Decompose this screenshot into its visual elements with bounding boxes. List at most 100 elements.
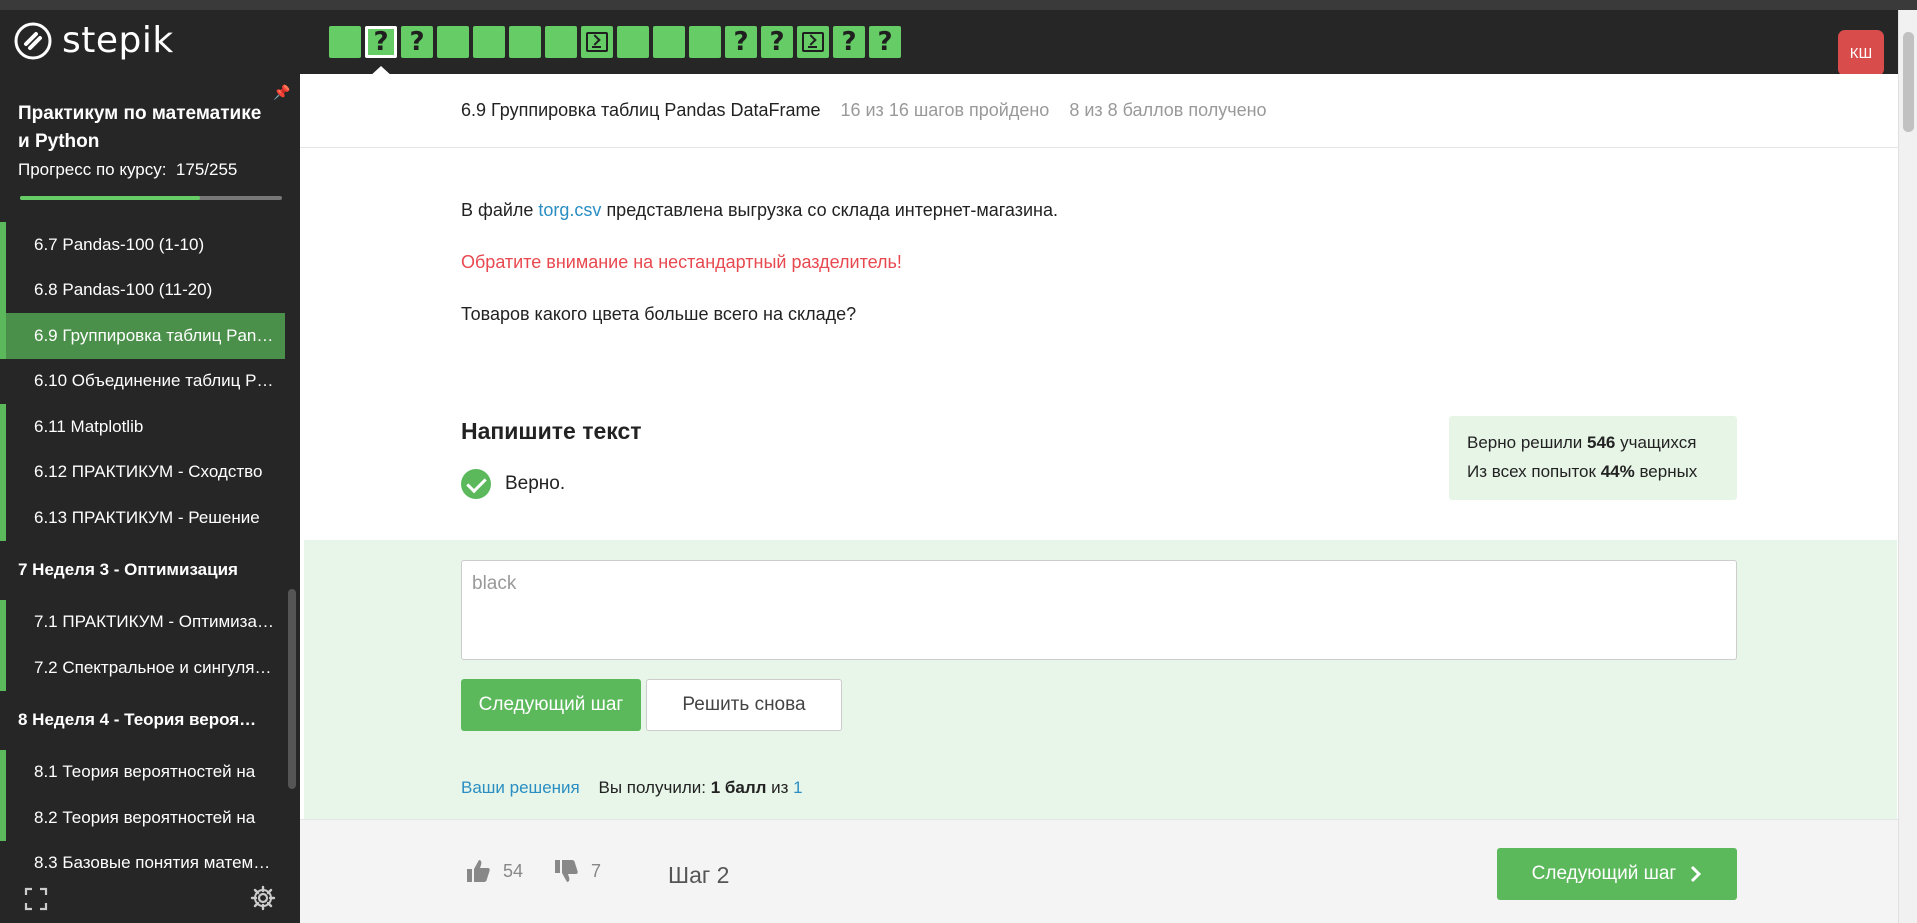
progress-value: 175/255	[175, 160, 238, 179]
page-scroll-thumb[interactable]	[1903, 32, 1914, 132]
stats-accuracy: Из всех попыток 44% верных	[1467, 457, 1719, 486]
step-14-code[interactable]	[797, 26, 829, 58]
like-control[interactable]: 54	[465, 858, 523, 884]
sidebar-item-label: 8.1 Теория вероятностей на	[34, 762, 256, 782]
file-link[interactable]: torg.csv	[538, 200, 601, 220]
sidebar-lesson[interactable]: 6.13 ПРАКТИКУМ - Решение	[0, 495, 285, 541]
stepik-logo[interactable]: stepik	[14, 22, 174, 60]
received-label: Вы получили:	[598, 778, 711, 797]
next-step-button[interactable]: Следующий шаг	[461, 679, 641, 731]
step-5-text[interactable]	[473, 26, 505, 58]
step-7-text[interactable]	[545, 26, 577, 58]
pin-icon[interactable]: 📌	[273, 84, 290, 101]
step-9-text[interactable]	[617, 26, 649, 58]
dislikes-count: 7	[591, 860, 602, 881]
course-sidebar: 📌 Практикум по математике и Python Прогр…	[0, 74, 300, 923]
likes-count: 54	[503, 860, 524, 881]
task-paragraph-file: В файле torg.csv представлена выгрузка с…	[461, 198, 1058, 222]
answer-textarea[interactable]: black	[461, 560, 1737, 660]
dislike-control[interactable]: 7	[553, 858, 601, 884]
sidebar-lesson[interactable]: 6.12 ПРАКТИКУМ - Сходство	[0, 449, 285, 495]
stats-text: Верно решили	[1467, 433, 1587, 452]
sidebar-item-label: 6.11 Matplotlib	[34, 416, 144, 436]
task-text: представлена выгрузка со склада интернет…	[601, 200, 1058, 220]
question-icon: ?	[373, 27, 389, 57]
sidebar-lesson[interactable]: 6.10 Объединение таблиц Pandas	[0, 359, 285, 405]
received-points: 1 балл	[710, 778, 767, 797]
completion-marker	[0, 749, 6, 795]
sidebar-lesson[interactable]: 8.1 Теория вероятностей на	[0, 749, 285, 795]
completion-marker	[0, 267, 6, 313]
step-3-quiz[interactable]: ?	[401, 26, 433, 58]
sidebar-item-label: 6.13 ПРАКТИКУМ - Решение	[34, 507, 260, 527]
course-title[interactable]: Практикум по математике и Python	[18, 100, 278, 156]
sidebar-lesson[interactable]: 7.1 ПРАКТИКУМ - Оптимизация	[0, 599, 285, 645]
task-question: Товаров какого цвета больше всего на скл…	[461, 304, 857, 324]
step-10-text[interactable]	[653, 26, 685, 58]
sidebar-item-label: 8.2 Теория вероятностей на	[34, 807, 256, 827]
sidebar-section[interactable]: 8 Неделя 4 - Теория вероятностей	[0, 691, 285, 750]
stats-text: верных	[1634, 462, 1698, 481]
gear-icon[interactable]	[250, 885, 276, 911]
progress-label: Прогресс по курсу:	[18, 160, 167, 179]
thumbs-up-icon[interactable]	[465, 858, 491, 884]
stats-solved: Верно решили 546 учащихся	[1467, 428, 1719, 457]
step-footer: 54 7 Шаг 2 Следующий шаг	[300, 819, 1898, 923]
sidebar-lesson[interactable]: 6.8 Pandas-100 (11-20)	[0, 267, 285, 313]
user-avatar[interactable]: КШ	[1838, 30, 1884, 76]
footer-next-step-button[interactable]: Следующий шаг	[1497, 848, 1737, 900]
retry-button[interactable]: Решить снова	[646, 679, 842, 731]
completion-marker	[0, 404, 6, 450]
terminal-icon	[802, 32, 824, 52]
course-progress-label: Прогресс по курсу: 175/255	[18, 160, 237, 180]
sidebar-scrollbar[interactable]	[288, 589, 296, 789]
sidebar-item-label: 7.2 Спектральное и сингулярное	[34, 657, 274, 677]
step-8-code[interactable]	[581, 26, 613, 58]
lesson-steps-bar: ??????	[329, 26, 901, 78]
stepik-logo-icon	[14, 22, 52, 60]
course-progress-bar	[20, 196, 282, 200]
step-1-text[interactable]	[329, 26, 361, 58]
page-scrollbar[interactable]	[1898, 10, 1917, 923]
stats-accuracy-percent: 44%	[1600, 462, 1635, 481]
top-navigation-bar: stepik ?????? КШ	[0, 10, 1917, 78]
sidebar-item-label: 7.1 ПРАКТИКУМ - Оптимизация	[34, 612, 274, 632]
sidebar-lesson[interactable]: 6.11 Matplotlib	[0, 404, 285, 450]
solve-stats: Верно решили 546 учащихся Из всех попыто…	[1449, 416, 1737, 500]
completion-marker	[0, 222, 6, 268]
stats-text: учащихся	[1615, 433, 1697, 452]
your-solutions-link[interactable]: Ваши решения	[461, 778, 580, 797]
solutions-row: Ваши решения Вы получили: 1 балл из 1	[461, 778, 817, 798]
step-11-text[interactable]	[689, 26, 721, 58]
step-2-quiz[interactable]: ?	[365, 26, 397, 78]
sidebar-item-label: 8 Неделя 4 - Теория вероятностей	[18, 710, 258, 729]
sidebar-item-label: 7 Неделя 3 - Оптимизация	[18, 560, 238, 579]
step-12-quiz[interactable]: ?	[725, 26, 757, 58]
sidebar-lesson[interactable]: 7.2 Спектральное и сингулярное	[0, 645, 285, 691]
step-13-quiz[interactable]: ?	[761, 26, 793, 58]
thumbs-down-icon[interactable]	[553, 858, 579, 884]
lesson-title[interactable]: 6.9 Группировка таблиц Pandas DataFrame	[461, 100, 820, 121]
step-number: Шаг 2	[668, 862, 730, 888]
lesson-points: 8 из 8 баллов получено	[1069, 100, 1267, 120]
sidebar-lesson[interactable]: 6.7 Pandas-100 (1-10)	[0, 222, 285, 268]
lesson-header: 6.9 Группировка таблиц Pandas DataFrame …	[300, 74, 1898, 148]
question-icon: ?	[733, 27, 749, 57]
step-15-quiz[interactable]: ?	[833, 26, 865, 58]
sidebar-lesson[interactable]: 6.9 Группировка таблиц Pandas DataFrame	[0, 313, 285, 359]
task-description: В файле torg.csv представлена выгрузка с…	[461, 198, 1058, 354]
stats-solved-count: 546	[1587, 433, 1616, 452]
sidebar-lesson[interactable]: 8.2 Теория вероятностей на	[0, 795, 285, 841]
stats-text: Из всех попыток	[1467, 462, 1601, 481]
fullscreen-icon[interactable]	[24, 887, 48, 911]
lesson-steps-passed: 16 из 16 шагов пройдено	[840, 100, 1050, 120]
sidebar-item-label: 6.9 Группировка таблиц Pandas DataFrame	[34, 325, 274, 345]
result-text: Верно.	[505, 473, 566, 494]
sidebar-footer	[0, 869, 300, 923]
step-6-text[interactable]	[509, 26, 541, 58]
step-4-text[interactable]	[437, 26, 469, 58]
sidebar-section[interactable]: 7 Неделя 3 - Оптимизация	[0, 541, 285, 600]
completion-marker	[0, 599, 6, 645]
step-16-quiz[interactable]: ?	[869, 26, 901, 58]
question-icon: ?	[769, 27, 785, 57]
